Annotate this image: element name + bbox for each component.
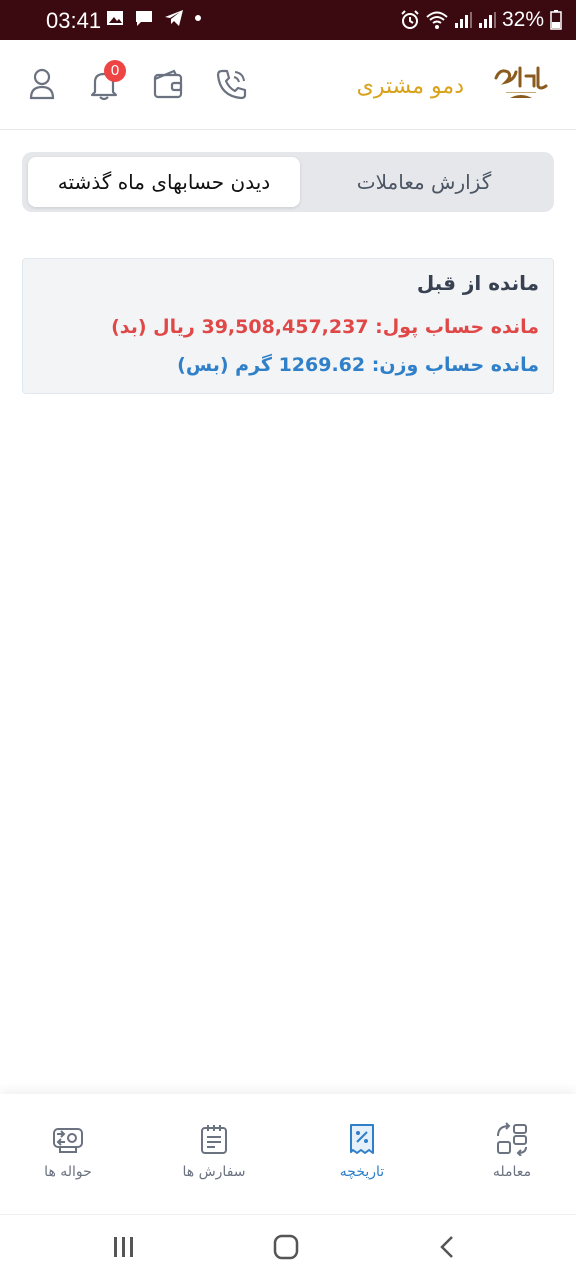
user-icon[interactable]	[24, 66, 60, 102]
signal-icon	[454, 12, 472, 28]
system-navigation-bar	[0, 1214, 576, 1280]
card-title: مانده از قبل	[416, 271, 539, 295]
nav-label-history: تاریخچه	[339, 1164, 385, 1180]
weight-balance: مانده حساب وزن: 1269.62 گرم (بس)	[177, 354, 539, 376]
back-icon[interactable]	[436, 1233, 460, 1261]
nav-label-trade: معامله	[492, 1164, 532, 1180]
nav-item-trade[interactable]: معامله	[452, 1122, 572, 1180]
nav-label-orders: سفارش ها	[182, 1164, 246, 1180]
telegram-icon	[165, 10, 183, 26]
orders-icon	[201, 1125, 227, 1154]
previous-balance-card: مانده از قبل مانده حساب پول: 39,508,457,…	[22, 258, 554, 394]
dot-icon	[195, 15, 201, 21]
battery-icon	[550, 10, 562, 30]
phone-icon[interactable]	[214, 66, 250, 102]
tab-last-month-accounts[interactable]: دیدن حسابهای ماه گذشته	[28, 157, 300, 207]
alarm-icon	[401, 10, 419, 29]
nav-item-orders[interactable]: سفارش ها	[154, 1122, 274, 1180]
trade-icon	[497, 1122, 527, 1156]
money-balance: مانده حساب پول: 39,508,457,237 ریال (بد)	[111, 316, 539, 338]
app-header: 0 دمو مشتری	[0, 40, 576, 130]
nav-item-history[interactable]: تاریخچه	[302, 1122, 422, 1180]
notification-badge: 0	[104, 60, 126, 82]
battery-percent: 32%	[501, 8, 544, 31]
home-icon[interactable]	[272, 1233, 300, 1261]
status-bar: 03:41 32%	[0, 0, 576, 40]
bottom-navigation: معامله تاریخچه سفارش ها حواله ها	[0, 1094, 576, 1214]
recent-apps-icon[interactable]	[112, 1233, 136, 1261]
logo	[494, 66, 548, 98]
message-icon	[136, 11, 152, 26]
image-icon	[107, 11, 123, 25]
transfer-icon	[53, 1128, 83, 1153]
wallet-icon[interactable]	[150, 66, 186, 102]
status-time: 03:41	[46, 8, 102, 33]
signal-icon	[478, 12, 496, 28]
brand-name: دمو مشتری	[356, 74, 464, 99]
tab-trade-report[interactable]: گزارش معاملات	[300, 157, 548, 207]
nav-label-transfers: حواله ها	[44, 1164, 92, 1180]
nav-item-transfers[interactable]: حواله ها	[8, 1122, 128, 1180]
wifi-icon	[426, 11, 448, 29]
tab-bar: گزارش معاملات دیدن حسابهای ماه گذشته	[22, 152, 554, 212]
receipt-icon	[350, 1124, 374, 1154]
